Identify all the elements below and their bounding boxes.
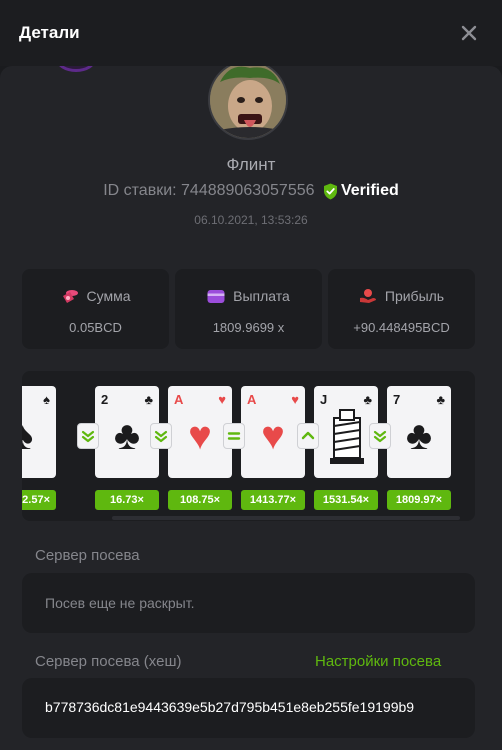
- multiplier-badge: 2.57×: [22, 490, 56, 510]
- card-suit-small: ♣: [436, 392, 445, 407]
- jack-figure-icon: [330, 409, 364, 464]
- card-suit-small: ♠: [43, 392, 50, 407]
- player-avatar: [208, 66, 288, 140]
- card-suit-large: ♣: [405, 414, 433, 458]
- equal-icon: [223, 423, 245, 449]
- shield-check-icon: [323, 183, 337, 199]
- coins-icon: [62, 290, 78, 303]
- horizontal-scrollbar[interactable]: [112, 516, 460, 520]
- stat-amount: Сумма 0.05BCD: [22, 269, 169, 349]
- card-rank: 7: [393, 392, 401, 407]
- stat-profit: Прибыль +90.448495BCD: [328, 269, 475, 349]
- stat-payout: Выплата 1809.9699 x: [175, 269, 322, 349]
- details-panel: Флинт ID ставки: 744889063057556 Verifie…: [0, 66, 502, 750]
- stat-profit-label: Прибыль: [384, 288, 445, 304]
- server-seed-field[interactable]: Посев еще не раскрыт.: [22, 573, 475, 633]
- playing-card: A ♥ ♥: [241, 386, 305, 478]
- bet-id-row: ID ставки: 744889063057556 Verified: [0, 182, 502, 200]
- multiplier-badge: 1809.97×: [387, 490, 451, 510]
- bet-id-label: ID ставки:: [103, 182, 177, 199]
- server-seed-hash-value[interactable]: b778736dc81e9443639e5b27d795b451e8eb255f…: [45, 699, 414, 715]
- card-suit-small: ♣: [363, 392, 372, 407]
- card-suit-small: ♣: [144, 392, 153, 407]
- multiplier-badge: 1531.54×: [314, 490, 378, 510]
- cards-history[interactable]: ♠ ♠ 2 ♣ ♣ A ♥ ♥ A ♥ ♥ J ♣ 7 ♣ ♣ 2.57× 16…: [22, 371, 475, 521]
- wallet-icon: [207, 289, 225, 303]
- verified-label: Verified: [340, 182, 399, 199]
- multiplier-badge: 16.73×: [95, 490, 159, 510]
- server-seed-label: Сервер посева: [35, 547, 140, 564]
- server-seed-hash-label: Сервер посева (хеш): [35, 653, 182, 670]
- stat-amount-label: Сумма: [86, 288, 131, 304]
- close-icon[interactable]: [458, 22, 480, 44]
- bet-id-value[interactable]: 744889063057556: [181, 182, 314, 199]
- chevron-up-icon: [297, 423, 319, 449]
- card-rank: A: [247, 392, 257, 407]
- stat-amount-value: 0.05BCD: [69, 320, 122, 335]
- card-suit-large: ♥: [261, 414, 285, 458]
- stat-payout-value: 1809.9699 x: [212, 320, 285, 335]
- seed-settings-link[interactable]: Настройки посева: [315, 653, 441, 670]
- multiplier-badge: 1413.77×: [241, 490, 305, 510]
- chevron-double-down-icon: [150, 423, 172, 449]
- purple-badge: [56, 66, 96, 72]
- multiplier-badge: 108.75×: [168, 490, 232, 510]
- verified-badge: Verified: [323, 182, 399, 200]
- server-seed-value: Посев еще не раскрыт.: [45, 595, 195, 611]
- playing-card: 7 ♣ ♣: [387, 386, 451, 478]
- server-seed-hash-field[interactable]: b778736dc81e9443639e5b27d795b451e8eb255f…: [22, 678, 475, 738]
- card-suit-small: ♥: [291, 392, 299, 407]
- card-rank: A: [174, 392, 184, 407]
- stat-profit-value: +90.448495BCD: [353, 320, 450, 335]
- card-rank: 2: [101, 392, 109, 407]
- card-rank: J: [320, 392, 328, 407]
- chevron-double-down-icon: [369, 423, 391, 449]
- player-name: Флинт: [226, 155, 276, 174]
- modal-title: Детали: [19, 23, 80, 42]
- playing-card: ♠ ♠: [22, 386, 56, 478]
- profit-icon: [359, 289, 376, 303]
- modal-header: Детали: [0, 0, 502, 66]
- chevron-double-down-icon: [77, 423, 99, 449]
- stat-payout-label: Выплата: [233, 288, 290, 304]
- card-suit-small: ♥: [218, 392, 226, 407]
- card-suit-large: ♠: [22, 414, 34, 458]
- bet-timestamp: 06.10.2021, 13:53:26: [194, 213, 308, 227]
